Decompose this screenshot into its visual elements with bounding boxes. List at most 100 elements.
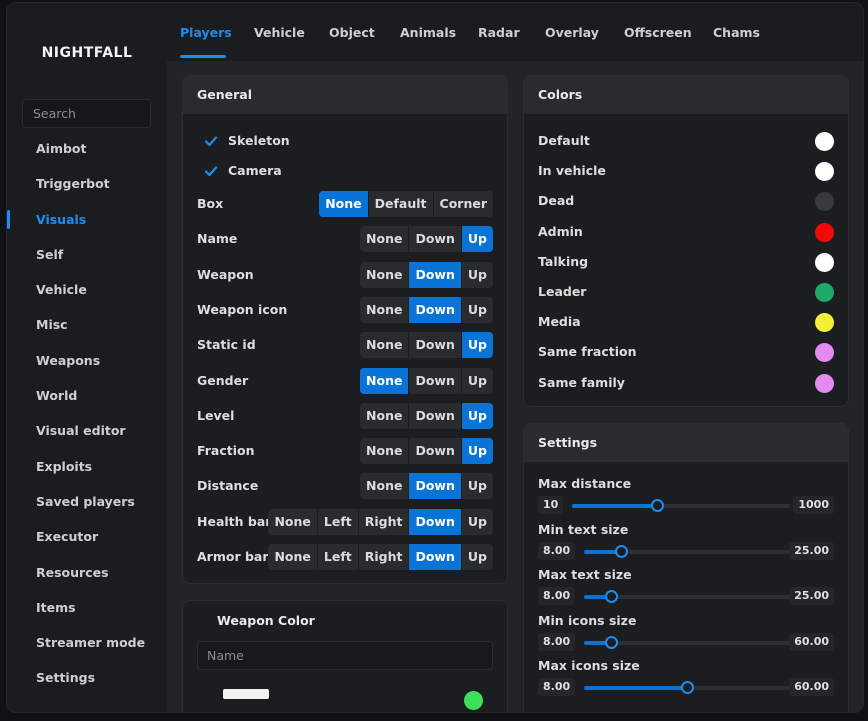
tab-object[interactable]: Object (329, 25, 375, 40)
sidebar-item-misc[interactable]: Misc (7, 307, 167, 342)
color-row-in-vehicle: In vehicle (538, 160, 834, 182)
tab-animals[interactable]: Animals (400, 25, 456, 40)
color-swatch[interactable] (815, 373, 834, 393)
tab-overlay[interactable]: Overlay (545, 25, 599, 40)
option-down-button[interactable]: Down (408, 473, 461, 500)
slider-handle[interactable] (651, 499, 665, 512)
tab-vehicle[interactable]: Vehicle (254, 25, 305, 40)
option-none-button[interactable]: None (360, 332, 408, 358)
colors-panel: Colors Default In vehicle Dead Admin Talking… (523, 75, 849, 407)
sidebar-item-weapons[interactable]: Weapons (7, 343, 167, 378)
sidebar-item-vehicle[interactable]: Vehicle (7, 272, 167, 307)
option-down-button[interactable]: Down (408, 226, 460, 253)
weapon-color-panel: Weapon Color Name (182, 600, 508, 712)
option-up-button[interactable]: Up (460, 261, 493, 288)
slider-track[interactable] (584, 681, 790, 694)
color-swatch[interactable] (815, 283, 834, 302)
slider-max-value: 25.00 (789, 541, 834, 560)
option-down-button[interactable]: Down (408, 332, 460, 359)
option-right-button[interactable]: Right (357, 508, 409, 535)
sidebar-item-triggerbot[interactable]: Triggerbot (7, 166, 167, 201)
slider-track[interactable] (584, 635, 790, 649)
color-swatch[interactable] (815, 313, 834, 333)
sidebar-item-settings[interactable]: Settings (7, 660, 167, 695)
option-up-button[interactable]: Up (460, 473, 493, 500)
sidebar-item-executor[interactable]: Executor (7, 519, 167, 554)
checkbox-label: Camera (228, 163, 282, 178)
option-up-button[interactable]: Up (460, 508, 493, 535)
sidebar-search-input[interactable]: Search (22, 99, 151, 128)
option-up-button[interactable]: Up (460, 544, 493, 570)
weapon-list-item[interactable] (197, 685, 493, 712)
slider-track[interactable] (572, 499, 790, 512)
option-down-button[interactable]: Down (408, 367, 460, 394)
option-none-button[interactable]: None (268, 544, 316, 570)
tab-offscreen[interactable]: Offscreen (624, 25, 692, 40)
option-none-button[interactable]: None (360, 438, 408, 464)
sidebar-item-aimbot[interactable]: Aimbot (7, 131, 167, 166)
option-down-button[interactable]: Down (408, 296, 461, 323)
option-none-button[interactable]: None (360, 403, 408, 429)
checkmark-icon[interactable] (203, 163, 219, 179)
sidebar-item-visual-editor[interactable]: Visual editor (7, 413, 167, 448)
sidebar-item-resources[interactable]: Resources (7, 555, 167, 590)
segmented-control-fraction: None Down Up (360, 438, 493, 465)
slider-handle[interactable] (681, 681, 694, 694)
sidebar-item-world[interactable]: World (7, 378, 167, 413)
option-none-button[interactable]: None (268, 509, 316, 535)
color-row-same-family: Same family (538, 372, 834, 394)
option-default-button[interactable]: Default (367, 191, 433, 217)
option-down-button[interactable]: Down (408, 438, 460, 465)
slider-handle[interactable] (615, 544, 629, 558)
color-swatch[interactable] (815, 222, 834, 242)
color-swatch[interactable] (815, 252, 834, 272)
option-none-button[interactable]: None (360, 226, 408, 252)
checkmark-icon[interactable] (203, 133, 219, 149)
option-up-button[interactable]: Up (460, 438, 493, 465)
option-left-button[interactable]: Left (316, 508, 358, 535)
color-swatch[interactable] (815, 192, 834, 212)
segmented-control-armor-bar: None Left Right Down Up (268, 544, 493, 570)
weapon-color-dot[interactable] (464, 691, 483, 710)
option-up-button[interactable]: Up (460, 226, 493, 253)
slider-min-value: 8.00 (538, 541, 576, 560)
option-down-button[interactable]: Down (408, 402, 460, 429)
option-row-box: Box None Default Corner (197, 191, 493, 217)
checkbox-row-camera[interactable]: Camera (197, 159, 493, 185)
color-label: Dead (538, 193, 575, 209)
sidebar-item-streamer-mode[interactable]: Streamer mode (7, 625, 167, 660)
weapon-name-search-input[interactable]: Name (197, 641, 493, 670)
sidebar-item-visuals[interactable]: Visuals (7, 202, 167, 237)
slider-handle[interactable] (604, 635, 618, 649)
option-down-button[interactable]: Down (408, 544, 461, 570)
sidebar-item-items[interactable]: Items (7, 590, 167, 625)
color-swatch[interactable] (815, 162, 834, 182)
option-up-button[interactable]: Up (460, 332, 493, 359)
option-down-button[interactable]: Down (408, 508, 461, 535)
checkbox-row-skeleton[interactable]: Skeleton (197, 129, 493, 155)
color-label: Talking (538, 253, 589, 269)
option-corner-button[interactable]: Corner (432, 191, 493, 217)
option-right-button[interactable]: Right (357, 544, 409, 570)
tab-players[interactable]: Players (180, 25, 232, 40)
option-none-button[interactable]: None (360, 367, 409, 394)
color-swatch[interactable] (815, 343, 834, 363)
slider-track[interactable] (584, 590, 790, 603)
option-none-button[interactable]: None (319, 191, 368, 217)
option-up-button[interactable]: Up (460, 402, 493, 429)
slider-handle[interactable] (604, 590, 618, 603)
sidebar-item-self[interactable]: Self (7, 237, 167, 272)
option-none-button[interactable]: None (360, 297, 408, 323)
option-left-button[interactable]: Left (316, 544, 358, 570)
color-swatch[interactable] (815, 132, 834, 151)
option-up-button[interactable]: Up (460, 296, 493, 323)
slider-track[interactable] (584, 544, 790, 558)
sidebar-item-saved-players[interactable]: Saved players (7, 484, 167, 519)
tab-chams[interactable]: Chams (713, 25, 760, 40)
option-none-button[interactable]: None (360, 473, 408, 499)
option-down-button[interactable]: Down (408, 261, 461, 288)
sidebar-item-exploits[interactable]: Exploits (7, 449, 167, 484)
tab-radar[interactable]: Radar (478, 25, 520, 40)
option-none-button[interactable]: None (360, 262, 408, 288)
option-up-button[interactable]: Up (460, 367, 493, 394)
